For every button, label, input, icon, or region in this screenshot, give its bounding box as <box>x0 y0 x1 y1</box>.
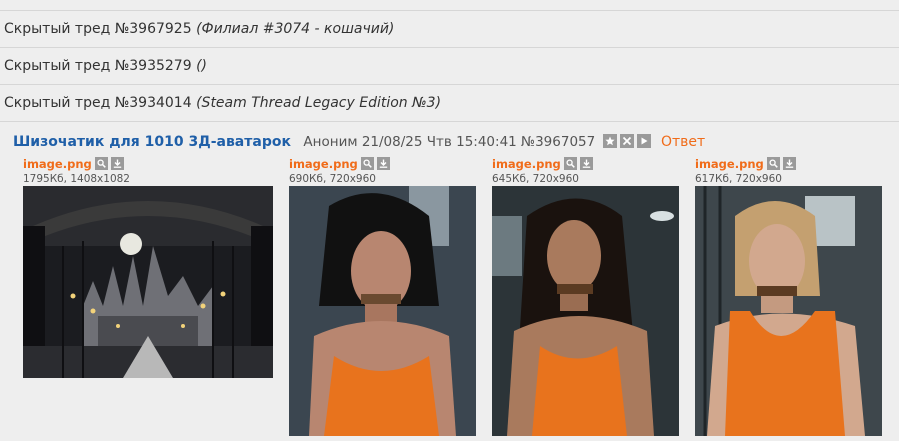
file-attachment: image.png 617Кб, 720x960 <box>695 156 796 186</box>
file-name-link[interactable]: image.png <box>23 157 92 171</box>
gothic-gate-illustration <box>23 186 273 378</box>
play-icon <box>641 137 648 145</box>
hidden-thread-row[interactable]: Скрытый тред №3967925 (Филиал #3074 - ко… <box>0 11 899 48</box>
search-icon <box>566 159 575 168</box>
post-datetime: 21/08/25 Чтв 15:40:41 <box>361 134 517 150</box>
image-thumbnail[interactable] <box>289 186 476 436</box>
post-author: Аноним <box>303 134 358 150</box>
hidden-thread-row[interactable]: Скрытый тред №3935279 () <box>0 48 899 85</box>
hidden-thread-label[interactable]: Скрытый тред №3935279 <box>0 58 192 74</box>
download-icon <box>582 159 590 168</box>
download-button[interactable] <box>376 157 390 170</box>
search-icon <box>363 159 372 168</box>
hidden-thread-subject: (Филиал #3074 - кошачий) <box>196 21 395 37</box>
search-image-button[interactable] <box>360 157 374 170</box>
close-icon <box>622 136 631 146</box>
file-meta: 617Кб, 720x960 <box>695 173 782 185</box>
post-header: Шизочатик для 1010 3Д-аватарок Аноним 21… <box>13 131 705 153</box>
download-button[interactable] <box>110 157 124 170</box>
search-icon <box>769 159 778 168</box>
search-image-button[interactable] <box>563 157 577 170</box>
post-number-link[interactable]: №3967057 <box>521 134 595 150</box>
file-attachment: image.png 690Кб, 720x960 <box>289 156 390 186</box>
file-meta: 645Кб, 720x960 <box>492 173 579 185</box>
hidden-thread-row[interactable]: Скрытый тред №3934014 (Steam Thread Lega… <box>0 85 899 122</box>
play-button[interactable] <box>636 134 651 148</box>
image-thumbnail[interactable] <box>695 186 882 436</box>
download-button[interactable] <box>579 157 593 170</box>
hidden-thread-label[interactable]: Скрытый тред №3967925 <box>0 21 192 37</box>
post-title: Шизочатик для 1010 3Д-аватарок <box>13 134 291 150</box>
file-attachment: image.png 645Кб, 720x960 <box>492 156 593 186</box>
download-icon <box>785 159 793 168</box>
file-name-link[interactable]: image.png <box>492 157 561 171</box>
image-thumbnail[interactable] <box>23 186 273 378</box>
file-meta: 690Кб, 720x960 <box>289 173 376 185</box>
download-button[interactable] <box>782 157 796 170</box>
image-thumbnail[interactable] <box>492 186 679 436</box>
search-image-button[interactable] <box>766 157 780 170</box>
hidden-thread-subject: () <box>196 58 208 74</box>
search-icon <box>97 159 106 168</box>
top-separator <box>0 0 899 11</box>
portrait-photo <box>492 186 679 436</box>
search-image-button[interactable] <box>94 157 108 170</box>
download-icon <box>379 159 387 168</box>
portrait-photo <box>289 186 476 436</box>
favorite-button[interactable] <box>602 134 617 148</box>
hidden-thread-subject: (Steam Thread Legacy Edition №3) <box>196 95 442 111</box>
portrait-photo <box>695 186 882 436</box>
hide-post-button[interactable] <box>619 134 634 148</box>
file-meta: 1795Кб, 1408x1082 <box>23 173 130 185</box>
download-icon <box>113 159 121 168</box>
file-name-link[interactable]: image.png <box>695 157 764 171</box>
file-attachment: image.png 1795Кб, 1408x1082 <box>23 156 130 186</box>
star-icon <box>604 136 615 146</box>
reply-link[interactable]: Ответ <box>661 134 705 150</box>
file-name-link[interactable]: image.png <box>289 157 358 171</box>
hidden-thread-label[interactable]: Скрытый тред №3934014 <box>0 95 192 111</box>
